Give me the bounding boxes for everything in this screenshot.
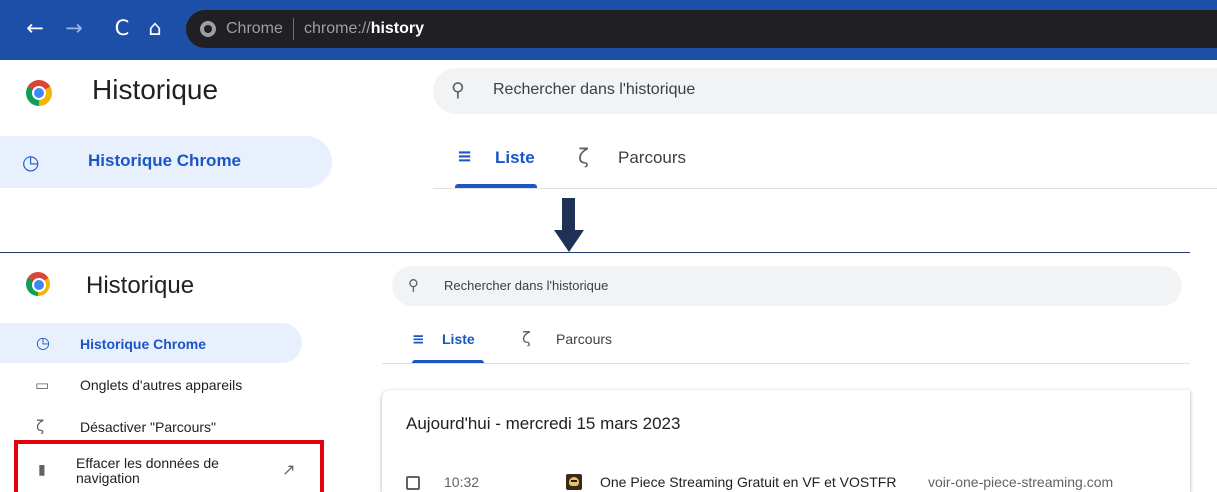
search-icon: ⚲ [451, 79, 465, 101]
tab-label: Parcours [618, 148, 687, 167]
back-button[interactable]: ← [24, 16, 46, 40]
sidebar-item-chrome-history[interactable]: ◷ Historique Chrome [0, 323, 302, 363]
chrome-site-icon [200, 21, 216, 37]
search-input[interactable]: ⚲ Rechercher dans l'historique [392, 266, 1182, 306]
search-placeholder: Rechercher dans l'historique [444, 278, 609, 293]
site-favicon-icon [566, 474, 582, 490]
tab-list[interactable]: ≡ Liste [455, 136, 537, 188]
search-input[interactable]: ⚲ Rechercher dans l'historique [433, 68, 1217, 114]
home-icon: ⌂ [148, 16, 162, 40]
search-icon: ⚲ [408, 276, 419, 294]
tabs-divider [433, 188, 1217, 189]
page-title: Historique [92, 74, 219, 105]
search-placeholder: Rechercher dans l'historique [493, 81, 696, 98]
sidebar-item-other-devices[interactable]: ▭ Onglets d'autres appareils [0, 372, 302, 402]
arrow-left-icon: ← [26, 16, 44, 40]
devices-icon: ▭ [35, 376, 50, 394]
list-icon: ≡ [412, 330, 425, 348]
history-card: Aujourd'hui - mercredi 15 mars 2023 10:3… [382, 390, 1190, 492]
sidebar-item-label: Désactiver "Parcours" [80, 419, 216, 435]
clock-icon: ◷ [22, 150, 40, 174]
tab-list[interactable]: ≡ Liste [412, 323, 484, 363]
tab-journeys[interactable]: ζ Parcours [578, 136, 708, 188]
sidebar-item-label: Historique Chrome [80, 336, 207, 352]
sidebar-item-label: Historique Chrome [88, 151, 242, 170]
sidebar-item-chrome-history[interactable]: ◷ Historique Chrome [0, 136, 332, 188]
arrow-right-icon: → [65, 16, 83, 40]
page-title: Historique [86, 272, 195, 299]
down-arrow-shaft [562, 198, 575, 232]
entry-domain: voir-one-piece-streaming.com [928, 474, 1114, 490]
tab-label: Liste [442, 331, 475, 347]
highlight-box [14, 440, 324, 492]
toolbar-bar: ← → C ⌂ Chrome chrome://history [0, 0, 1217, 60]
entry-time: 10:32 [444, 474, 480, 490]
forward-button[interactable]: → [63, 16, 85, 40]
entry-checkbox[interactable] [406, 476, 420, 490]
address-bar[interactable]: Chrome chrome://history [186, 10, 1217, 48]
journeys-icon: ζ [522, 328, 531, 347]
tab-journeys[interactable]: ζ Parcours [522, 323, 632, 363]
address-separator [293, 18, 294, 40]
journeys-icon: ζ [578, 144, 589, 168]
route-off-icon: ζ [36, 417, 45, 435]
clock-icon: ◷ [36, 333, 50, 352]
browser-toolbar: ← → C ⌂ Chrome chrome://history [0, 0, 1217, 62]
sidebar-item-disable-journeys[interactable]: ζ Désactiver "Parcours" [0, 412, 302, 442]
table-row[interactable]: 10:32 One Piece Streaming Gratuit en VF … [382, 474, 1190, 492]
day-heading: Aujourd'hui - mercredi 15 mars 2023 [406, 414, 681, 433]
chrome-logo-icon [26, 80, 52, 106]
down-arrow-icon [554, 230, 584, 252]
url-text: chrome://history [304, 20, 425, 37]
panel-divider [0, 252, 1190, 253]
chrome-logo-icon [26, 272, 50, 296]
list-icon: ≡ [457, 146, 473, 167]
site-name: Chrome [226, 20, 283, 37]
reload-icon: C [114, 16, 130, 40]
home-button[interactable]: ⌂ [144, 16, 166, 40]
tab-label: Parcours [556, 331, 613, 347]
tabs-divider [382, 363, 1190, 364]
reload-button[interactable]: C [111, 16, 133, 40]
entry-title-link[interactable]: One Piece Streaming Gratuit en VF et VOS… [600, 474, 896, 490]
sidebar-item-label: Onglets d'autres appareils [80, 377, 243, 393]
tab-label: Liste [495, 148, 535, 167]
